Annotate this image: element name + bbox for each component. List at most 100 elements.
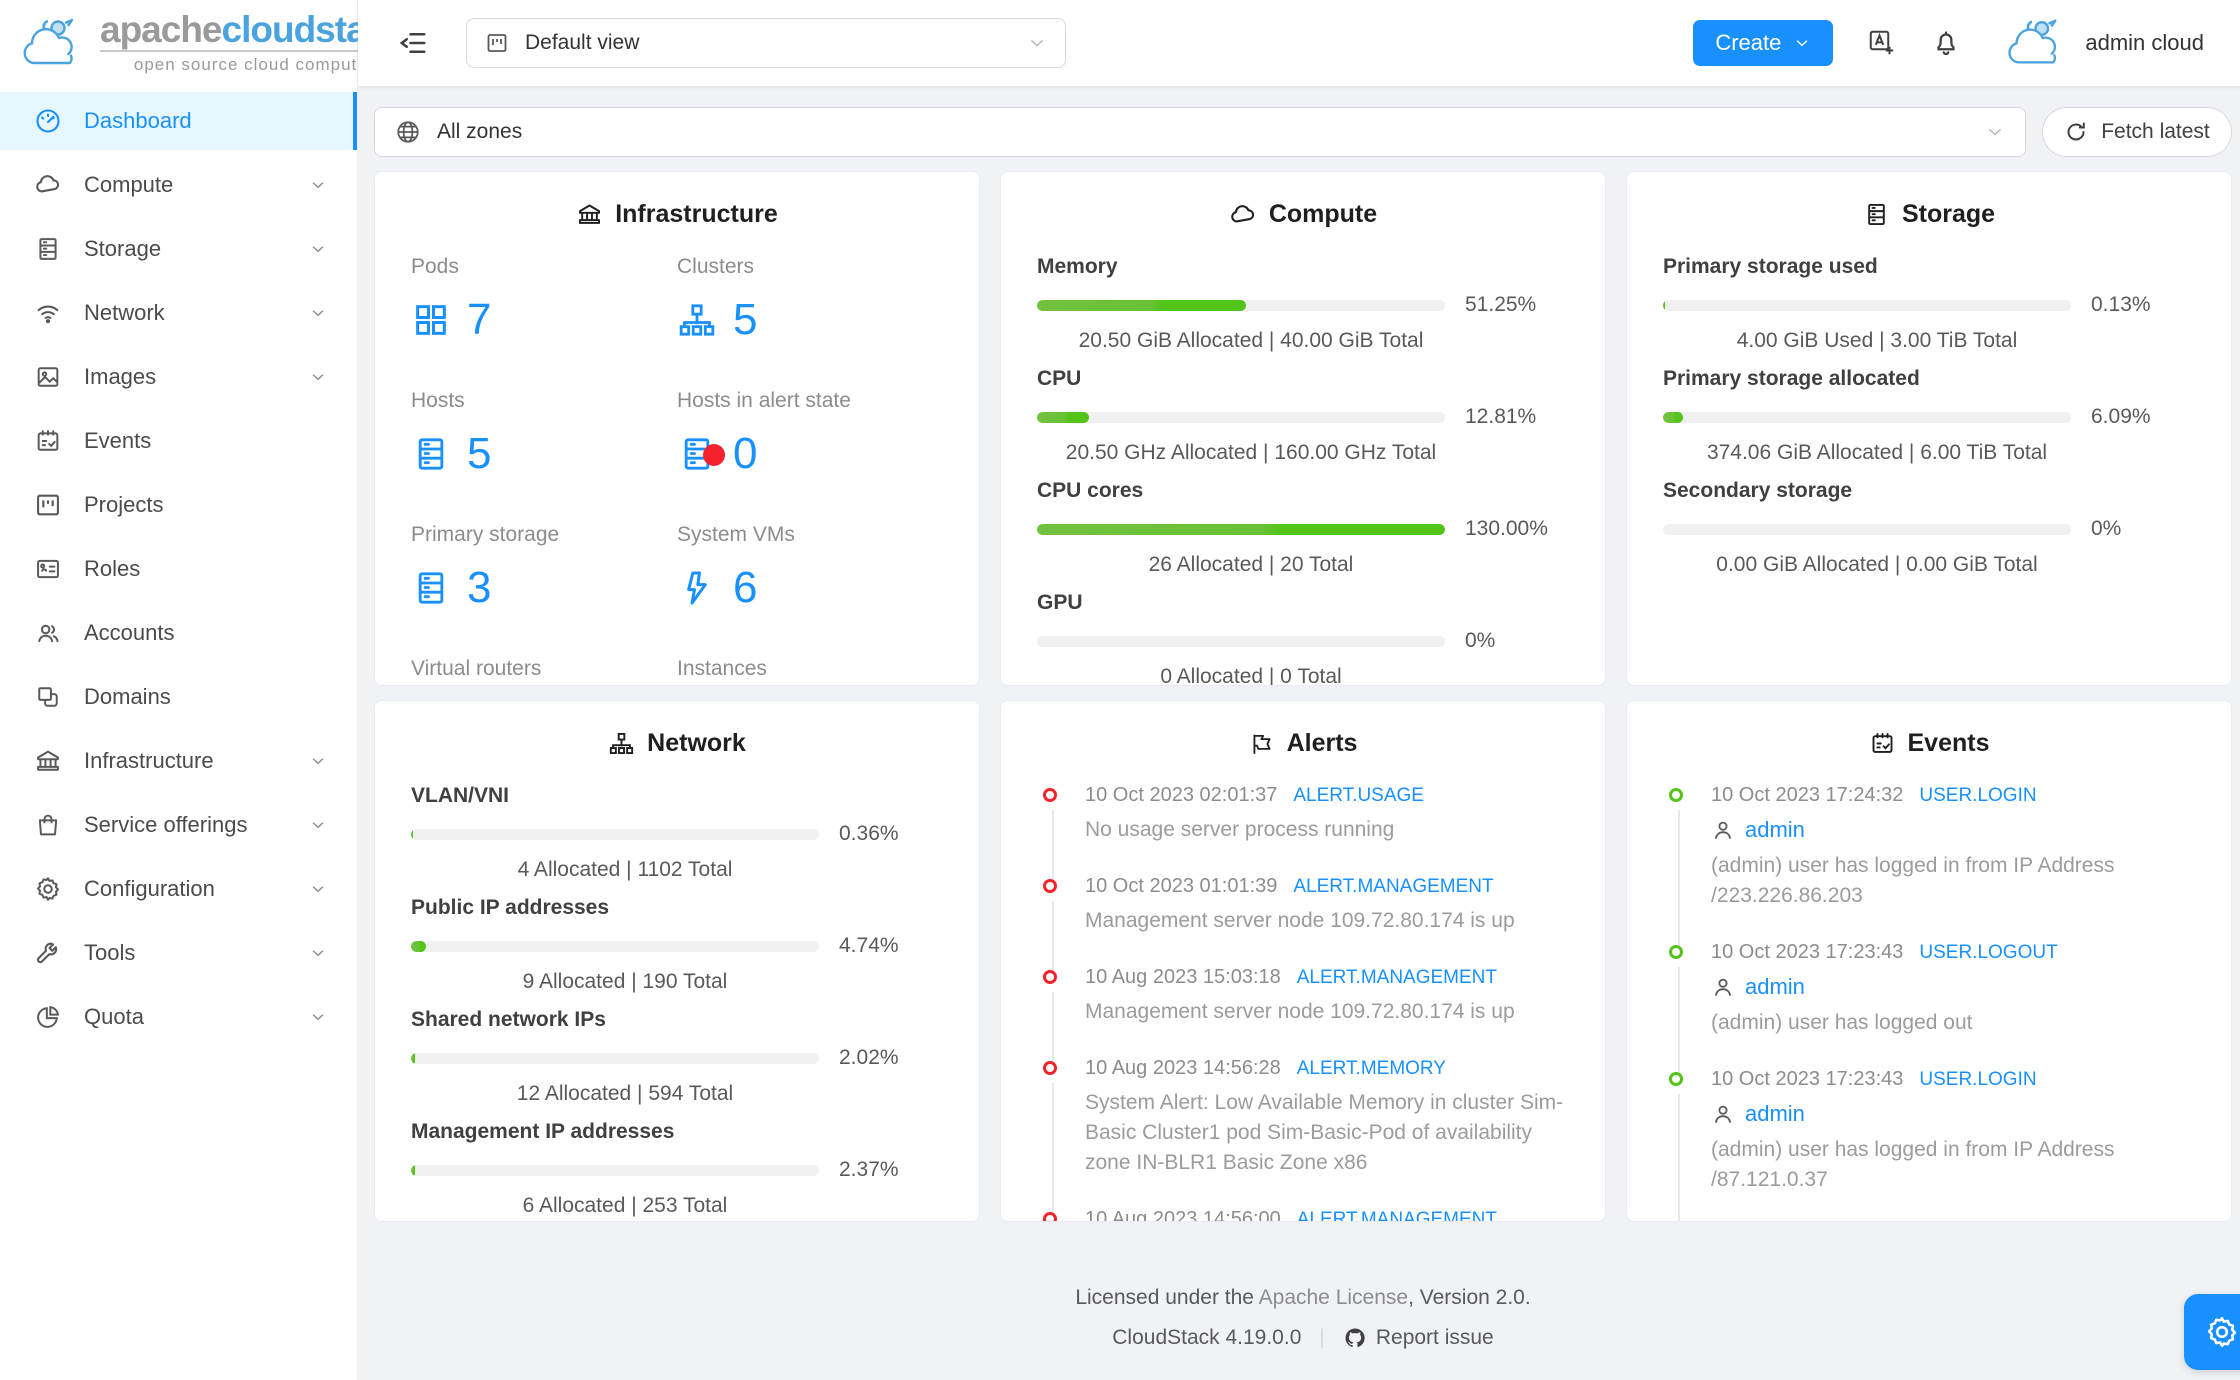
progress-bar [411,828,819,840]
user-menu[interactable]: admin cloud [1995,12,2204,74]
event-type-link[interactable]: USER.LOGIN [1919,1069,2036,1091]
dashboard-icon [34,107,62,135]
event-user-link[interactable]: admin [1711,974,2195,1000]
meter-shared-ip: Shared network IPs 2.02% 12 Allocated | … [411,1008,899,1105]
report-issue-link[interactable]: Report issue [1343,1326,1494,1350]
license-line: Licensed under the Apache License, Versi… [1075,1286,1531,1309]
alert-type-link[interactable]: ALERT.MEMORY [1297,1058,1446,1080]
view-selector[interactable]: Default view [466,18,1066,68]
chevron-down-icon [309,752,327,770]
chevron-down-icon [309,1008,327,1026]
sidebar-item-projects[interactable]: Projects [0,476,357,534]
version-label: CloudStack 4.19.0.0 [1112,1326,1302,1349]
timeline-dot [1669,1072,1683,1086]
events-icon [34,427,62,455]
alert-type-link[interactable]: ALERT.USAGE [1293,785,1424,807]
cloud-icon [1229,201,1257,229]
timeline-dot [1669,788,1683,802]
sidebar-item-roles[interactable]: Roles [0,540,357,598]
chevron-down-icon [309,944,327,962]
sidebar-item-service-offerings[interactable]: Service offerings [0,796,357,854]
sidebar-item-compute[interactable]: Compute [0,156,357,214]
cluster-icon [608,730,635,757]
card-title: Compute [1268,200,1378,228]
card-title: Network [647,729,746,757]
apache-license-link[interactable]: Apache License [1259,1286,1408,1309]
reload-icon [2064,120,2088,144]
card-title: Alerts [1286,729,1358,757]
fetch-latest-button[interactable]: Fetch latest [2042,107,2232,157]
meter-cpu: CPU 12.81% 20.50 GHz Allocated | 160.00 … [1037,367,1537,464]
meter-secondary-storage: Secondary storage 0% 0.00 GiB Allocated … [1663,479,2122,576]
bank-icon [576,201,603,228]
sidebar-item-domains[interactable]: Domains [0,668,357,726]
notifications-bell-icon[interactable] [1931,28,1961,58]
sidebar-item-infrastructure[interactable]: Infrastructure [0,732,357,790]
top-bar: Default view Create admin cloud [358,0,2240,86]
globe-icon [395,119,421,145]
alert-type-link[interactable]: ALERT.MANAGEMENT [1293,876,1493,898]
stat-system-vms: System VMs 6 [677,523,795,612]
meter-gpu: GPU 0% 0 Allocated | 0 Total [1037,591,1496,686]
progress-bar [1037,299,1445,311]
chevron-down-icon [309,816,327,834]
sidebar-item-configuration[interactable]: Configuration [0,860,357,918]
sidebar-item-accounts[interactable]: Accounts [0,604,357,662]
sidebar-item-storage[interactable]: Storage [0,220,357,278]
kanban-icon [485,31,509,55]
sidebar-collapse-icon[interactable] [398,28,428,58]
chevron-down-icon [1985,122,2005,142]
meter-management-ip: Management IP addresses 2.37% 6 Allocate… [411,1120,899,1217]
clusters-icon [677,300,717,340]
event-user-link[interactable]: admin [1711,817,2195,843]
event-type-link[interactable]: USER.LOGOUT [1919,942,2057,964]
card-title: Events [1907,729,1990,757]
sidebar-item-quota[interactable]: Quota [0,988,357,1046]
timeline-dot [1043,1061,1057,1075]
sidebar: apachecloudstack™ open source cloud comp… [0,0,418,1380]
zone-selector[interactable]: All zones [374,107,2026,157]
sidebar-item-tools[interactable]: Tools [0,924,357,982]
compute-card: Compute Memory 51.25% 20.50 GiB Allocate… [1000,171,1606,686]
create-button[interactable]: Create [1693,20,1834,66]
quota-icon [34,1003,62,1031]
chevron-down-icon [309,304,327,322]
alert-item: 10 Oct 2023 02:01:37 ALERT.USAGE No usage… [1043,784,1569,881]
stat-instances: Instances 12 [677,657,943,685]
sidebar-item-network[interactable]: Network [0,284,357,342]
sidebar-item-dashboard[interactable]: Dashboard [0,92,357,150]
sidebar-item-events[interactable]: Events [0,412,357,470]
user-icon [1711,818,1735,842]
calendar-check-icon [1869,730,1896,757]
meter-primary-used: Primary storage used 0.13% 4.00 GiB Used… [1663,255,2151,352]
alert-type-link[interactable]: ALERT.MANAGEMENT [1297,967,1497,989]
stat-pods: Pods 7 [411,255,492,344]
timeline-dot [1669,945,1683,959]
network-card: Network VLAN/VNI 0.36% 4 Allocated | 110… [374,700,980,1222]
storage-card: Storage Primary storage used 0.13% 4.00 … [1626,171,2232,686]
user-icon [1711,1102,1735,1126]
timeline-dot [1043,970,1057,984]
event-user-link[interactable]: admin [1711,1101,2195,1127]
alert-dot [703,444,725,466]
accounts-icon [34,619,62,647]
chevron-down-icon [309,240,327,258]
card-title: Storage [1901,200,1996,228]
alert-type-link[interactable]: ALERT.MANAGEMENT [1297,1209,1497,1221]
sidebar-item-images[interactable]: Images [0,348,357,406]
user-name: admin cloud [2085,30,2204,55]
settings-fab-button[interactable] [2184,1294,2240,1370]
configuration-icon [34,875,62,903]
language-icon[interactable] [1867,28,1897,58]
progress-bar [1663,523,2071,535]
events-card: Events 10 Oct 2023 17:24:32 USER.LOGIN ad… [1626,700,2232,1222]
timeline-dot [1043,788,1057,802]
timeline-dot [1043,879,1057,893]
progress-bar [411,1052,819,1064]
event-item: 10 Oct 2023 17:23:43 USER.LOGIN admin (ad… [1669,1068,2195,1221]
alert-item: 10 Aug 2023 15:03:18 ALERT.MANAGEMENT Man… [1043,966,1569,1063]
event-type-link[interactable]: USER.LOGIN [1919,785,2036,807]
gear-icon [2204,1314,2240,1350]
progress-bar [1037,523,1445,535]
roles-icon [34,555,62,583]
